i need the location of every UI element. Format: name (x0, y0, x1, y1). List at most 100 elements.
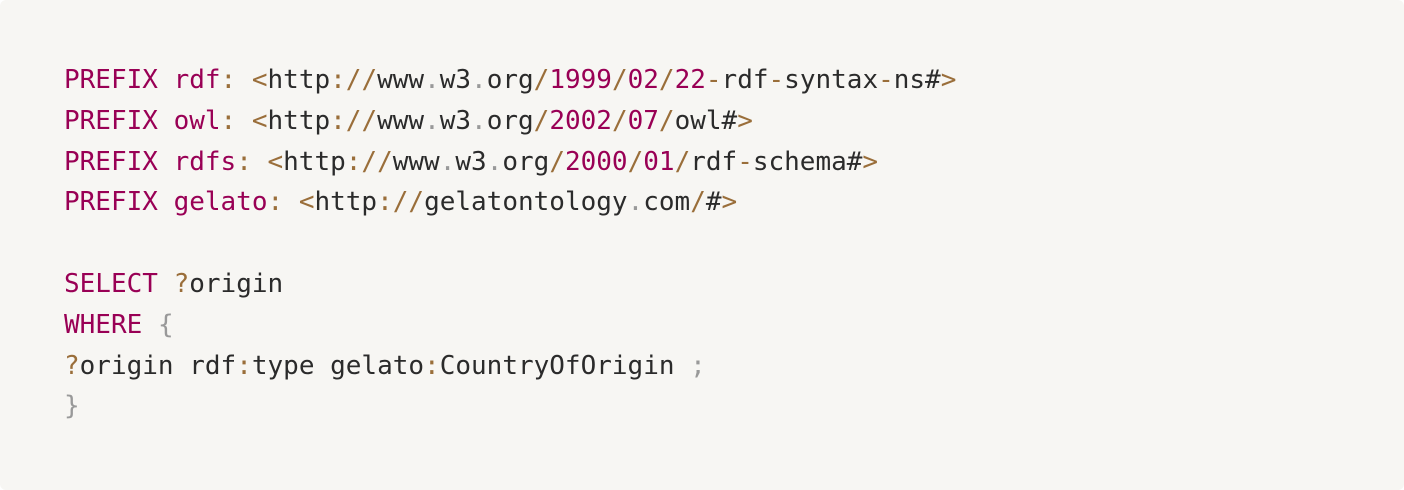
punctuation-token: / (674, 146, 691, 177)
punctuation-token: / (627, 146, 644, 177)
text-token: www (392, 146, 440, 177)
punctuation-token: > (737, 105, 753, 136)
text-token: org (486, 105, 534, 136)
operator-token: . (424, 105, 440, 136)
text-token: origin rdf (79, 350, 237, 381)
punctuation-token: : (267, 187, 284, 218)
text-token: ns# (893, 65, 941, 95)
punctuation-token: : (236, 350, 252, 381)
punctuation-token: : (424, 350, 440, 381)
punctuation-token: / (611, 65, 628, 95)
operator-token: . (486, 146, 503, 177)
operator-token: . (471, 105, 487, 136)
operator-token: ; (690, 350, 706, 381)
punctuation-token: > (862, 146, 879, 177)
keyword-token: 1999 (549, 65, 612, 95)
text-token: w3 (439, 65, 472, 95)
punctuation-token: - (768, 65, 785, 95)
punctuation-token: : (236, 146, 252, 177)
punctuation-token: :// (330, 65, 378, 95)
text-token: rdf (721, 65, 769, 95)
text-token: owl# (674, 105, 738, 136)
punctuation-token: - (878, 65, 894, 95)
sparql-code-block[interactable]: PREFIX rdf: <http://www.w3.org/1999/02/2… (0, 0, 1404, 490)
punctuation-token: / (611, 105, 628, 136)
punctuation-token: : (220, 105, 237, 136)
punctuation-token: / (690, 187, 706, 218)
code-line: ?origin rdf:type gelato:CountryOfOrigin … (64, 346, 1340, 387)
punctuation-token: / (549, 146, 565, 177)
code-line: PREFIX rdf: <http://www.w3.org/1999/02/2… (64, 60, 1340, 101)
text-token: schema# (752, 146, 863, 177)
text-token: w3 (439, 105, 472, 136)
keyword-token: PREFIX rdf (64, 65, 221, 95)
punctuation-token: < (267, 146, 284, 177)
text-token: rdf (690, 146, 738, 177)
operator-token: { (157, 309, 174, 340)
text-token: http (267, 105, 331, 136)
text-token: http (314, 187, 378, 218)
text-token: www (377, 65, 425, 95)
text-token: syntax (784, 65, 879, 95)
text-token: org (502, 146, 550, 177)
punctuation-token: :// (345, 146, 393, 177)
punctuation-token: < (251, 105, 268, 136)
text-token: w3 (455, 146, 487, 177)
keyword-token: PREFIX gelato (64, 187, 268, 218)
text-token: www (377, 105, 425, 136)
text-token: type gelato (251, 350, 425, 381)
code-line: PREFIX rdfs: <http://www.w3.org/2000/01/… (64, 142, 1340, 183)
punctuation-token: > (940, 65, 957, 95)
code-line: PREFIX owl: <http://www.w3.org/2002/07/o… (64, 101, 1340, 142)
code-line: } (64, 386, 1340, 427)
keyword-token: 2000 (564, 146, 628, 177)
text-token: com (643, 187, 691, 218)
operator-token: . (424, 65, 440, 95)
punctuation-token: / (658, 65, 675, 95)
text-token: http (267, 65, 331, 95)
punctuation-token: / (658, 105, 675, 136)
keyword-token: WHERE (64, 309, 143, 340)
keyword-token: PREFIX owl (64, 105, 221, 136)
punctuation-token: > (721, 187, 738, 218)
text-token: http (283, 146, 346, 177)
operator-token: . (471, 65, 487, 95)
code-line: SELECT ?origin (64, 264, 1340, 305)
punctuation-token: / (533, 65, 550, 95)
punctuation-token: - (737, 146, 753, 177)
keyword-token: 01 (643, 146, 675, 177)
punctuation-token: / (533, 105, 550, 136)
operator-token: . (439, 146, 456, 177)
code-lines: PREFIX rdf: <http://www.w3.org/1999/02/2… (64, 60, 1340, 427)
punctuation-token: < (251, 65, 268, 95)
punctuation-token: ? (173, 268, 190, 299)
keyword-token: 07 (627, 105, 659, 136)
text-token: # (705, 187, 722, 218)
code-line: PREFIX gelato: <http://gelatontology.com… (64, 182, 1340, 223)
keyword-token: SELECT (64, 268, 158, 299)
punctuation-token: : (220, 65, 237, 95)
code-line: WHERE { (64, 305, 1340, 346)
keyword-token: 2002 (549, 105, 612, 136)
punctuation-token: < (298, 187, 315, 218)
keyword-token: 02 (627, 65, 659, 95)
punctuation-token: :// (377, 187, 425, 218)
keyword-token: PREFIX rdfs (64, 146, 237, 177)
text-token: CountryOfOrigin (439, 350, 691, 381)
punctuation-token: - (705, 65, 722, 95)
punctuation-token: ? (64, 350, 80, 381)
punctuation-token: :// (330, 105, 378, 136)
operator-token: } (64, 391, 80, 422)
operator-token: . (627, 187, 644, 218)
text-token: gelatontology (424, 187, 628, 218)
text-token: origin (189, 268, 284, 299)
keyword-token: 22 (674, 65, 706, 95)
text-token: org (486, 65, 534, 95)
